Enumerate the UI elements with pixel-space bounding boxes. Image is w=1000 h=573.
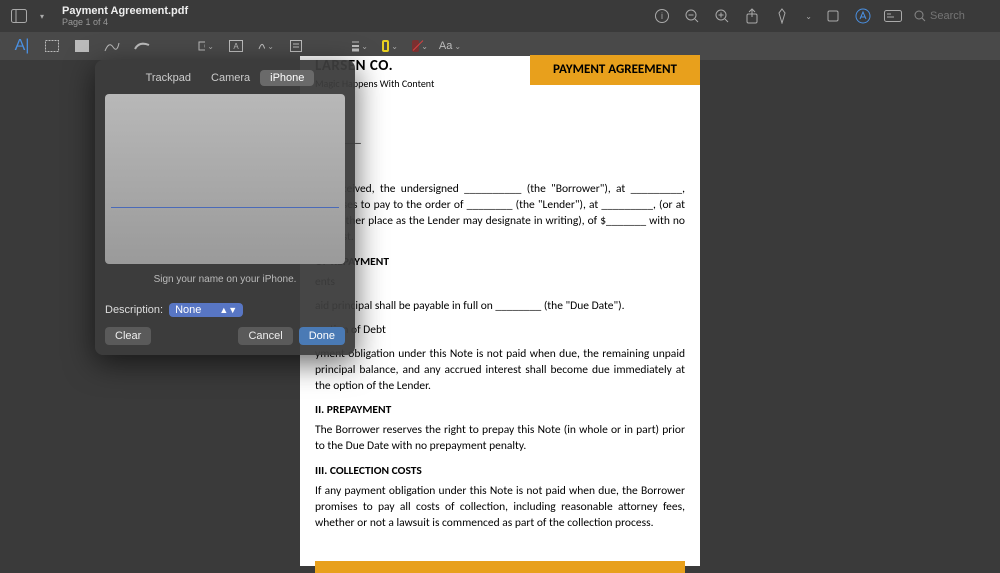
search-field[interactable]: [914, 10, 990, 22]
svg-text:A: A: [233, 42, 239, 51]
draw-icon[interactable]: [134, 38, 150, 54]
document-page[interactable]: LARSEN CO. Magic Happens With Content PA…: [300, 56, 700, 566]
body-text: ents: [315, 274, 685, 290]
body-text: eration of Debt: [315, 322, 685, 338]
note-icon[interactable]: [288, 38, 304, 54]
section-title: III. COLLECTION COSTS: [315, 463, 685, 479]
clear-button[interactable]: Clear: [105, 327, 151, 345]
body-text: ________: [315, 131, 685, 147]
markup-pen-icon[interactable]: [773, 7, 791, 25]
description-value: None: [175, 304, 201, 316]
body-text: If any payment obligation under this Not…: [315, 483, 685, 531]
text-style-icon[interactable]: Aa⌄: [442, 38, 458, 54]
section-title: OF REPAYMENT: [315, 254, 685, 270]
body-text: ue received, the undersigned __________ …: [315, 181, 685, 245]
signature-source-tabs: Trackpad Camera iPhone: [105, 70, 345, 86]
zoom-in-icon[interactable]: [713, 7, 731, 25]
tab-camera[interactable]: Camera: [201, 70, 260, 86]
rect-select-icon[interactable]: [44, 38, 60, 54]
body-text: yment obligation under this Note is not …: [315, 346, 685, 394]
info-icon[interactable]: i: [653, 7, 671, 25]
redact-icon[interactable]: [74, 38, 90, 54]
tab-iphone[interactable]: iPhone: [260, 70, 314, 86]
signature-baseline: [111, 207, 339, 208]
cancel-button[interactable]: Cancel: [238, 327, 292, 345]
rotate-icon[interactable]: [824, 7, 842, 25]
body-text: aid principal shall be payable in full o…: [315, 298, 685, 314]
text-box-icon[interactable]: A: [228, 38, 244, 54]
sketch-icon[interactable]: [104, 38, 120, 54]
body-text: ____: [315, 155, 685, 171]
stroke-width-icon[interactable]: ⌄: [352, 38, 368, 54]
document-title: Payment Agreement.pdf: [62, 5, 188, 17]
body-text: The Borrower reserves the right to prepa…: [315, 422, 685, 454]
signature-pad[interactable]: [105, 94, 345, 264]
top-toolbar: ▾ Payment Agreement.pdf Page 1 of 4 i ⌄: [0, 0, 1000, 32]
tab-trackpad[interactable]: Trackpad: [136, 70, 201, 86]
stroke-color-icon[interactable]: ⌄: [382, 38, 398, 54]
search-icon: [914, 10, 926, 22]
chevron-down-icon[interactable]: ⌄: [805, 12, 812, 21]
share-icon[interactable]: [743, 7, 761, 25]
text-selection-icon[interactable]: A|: [14, 38, 30, 54]
search-input[interactable]: [930, 10, 990, 22]
description-select[interactable]: None ▲▼: [169, 303, 243, 317]
form-icon[interactable]: [884, 7, 902, 25]
sign-icon[interactable]: ⌄: [258, 38, 274, 54]
section-title: II. PREPAYMENT: [315, 402, 685, 418]
shapes-icon[interactable]: ⌄: [198, 38, 214, 54]
chevron-down-icon[interactable]: ▾: [40, 12, 44, 21]
zoom-out-icon[interactable]: [683, 7, 701, 25]
markup-toggle-icon[interactable]: [854, 7, 872, 25]
signature-hint: Sign your name on your iPhone.: [105, 274, 345, 285]
fill-color-icon[interactable]: ⌄: [412, 38, 428, 54]
document-badge: PAYMENT AGREEMENT: [530, 55, 700, 85]
sidebar-toggle-icon[interactable]: [10, 7, 28, 25]
done-button[interactable]: Done: [299, 327, 345, 345]
page-indicator: Page 1 of 4: [62, 17, 188, 27]
signature-popover: Trackpad Camera iPhone Sign your name on…: [95, 60, 355, 355]
description-label: Description:: [105, 304, 163, 316]
select-arrows-icon: ▲▼: [219, 305, 237, 315]
svg-text:i: i: [661, 11, 663, 21]
